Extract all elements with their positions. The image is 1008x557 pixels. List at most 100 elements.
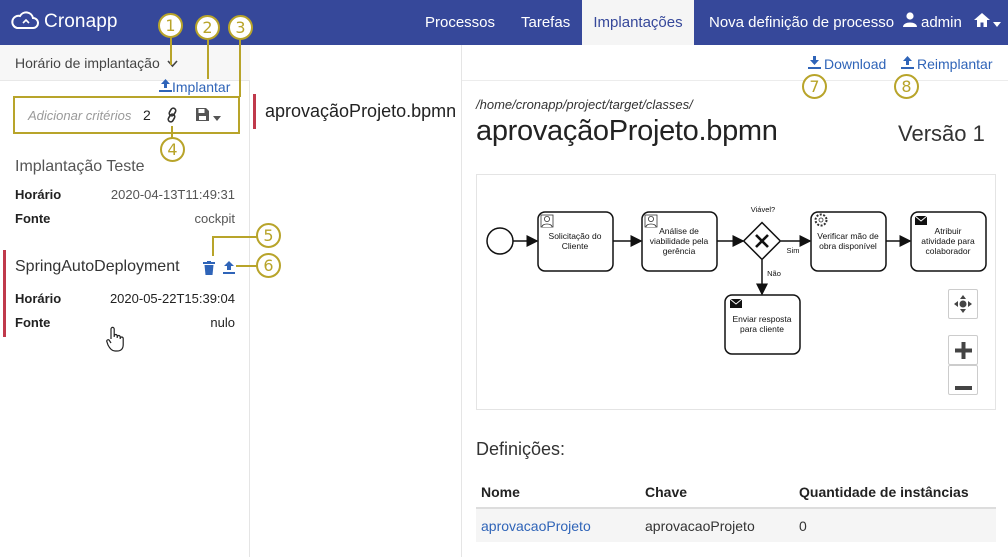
task-label-atribuir: Atribuir <box>935 226 962 236</box>
deployment-source-key: Fonte <box>15 315 51 330</box>
download-button[interactable]: Download <box>808 56 886 72</box>
hand-cursor-icon <box>106 326 124 357</box>
deployment-source: cockpit <box>194 211 235 226</box>
table-row: aprovacaoProjeto aprovacaoProjeto 0 <box>476 507 996 542</box>
sort-label: Horário de implantação <box>15 55 160 71</box>
download-label: Download <box>824 56 887 72</box>
zoom-out-button[interactable] <box>948 365 978 395</box>
deployment-time: 2020-04-13T11:49:31 <box>110 187 235 202</box>
definitions-title: Definições: <box>476 439 566 459</box>
callout-7: 7 <box>802 74 827 99</box>
callout-6: 6 <box>256 253 281 278</box>
deployment-source-key: Fonte <box>15 211 51 226</box>
deploy-button[interactable]: Implantar <box>159 79 230 95</box>
resources-panel: aprovaçãoProjeto.bpmn <box>250 45 462 557</box>
task-label-solicitacao: Cliente <box>562 241 589 251</box>
redeploy-button[interactable]: Reimplantar <box>901 56 992 72</box>
task-label-verificar: Verificar mão de <box>817 231 879 241</box>
bpmn-canvas: Solicitação doCliente Análise deviabilida… <box>486 205 987 355</box>
brand-logo[interactable]: Cronapp <box>10 9 118 35</box>
trash-icon[interactable] <box>203 261 215 280</box>
version-label: Versão 1 <box>898 121 985 146</box>
task-label-verificar: obra disponível <box>819 241 877 251</box>
flow-label-yes: Sim <box>787 246 800 255</box>
resource-item[interactable]: aprovaçãoProjeto.bpmn <box>265 101 456 122</box>
callout-leader-line <box>212 236 257 238</box>
nav-implantacoes[interactable]: Implantações <box>582 0 694 45</box>
sort-row: Horário de implantação <box>0 45 250 81</box>
envelope-task-icon <box>729 298 743 308</box>
callout-3: 3 <box>228 15 253 40</box>
gear-task-icon <box>814 213 828 227</box>
deployment-title: SpringAutoDeployment <box>15 258 180 275</box>
caret-down-icon <box>993 0 1001 45</box>
user-menu[interactable]: admin <box>903 0 962 45</box>
deployment-item-selected[interactable]: SpringAutoDeployment Horário 2020-05-22T… <box>0 250 250 337</box>
definitions-table: Nome Chave Quantidade de instâncias apro… <box>476 476 996 542</box>
user-task-icon <box>644 214 658 228</box>
task-label-solicitacao: Solicitação do <box>549 231 602 241</box>
fit-view-button[interactable] <box>948 289 978 319</box>
user-name: admin <box>921 14 962 31</box>
home-icon <box>974 0 990 45</box>
deployment-title: Implantação Teste <box>15 158 145 175</box>
column-header[interactable]: Nome <box>476 476 640 509</box>
flow-label-no: Não <box>767 269 781 278</box>
callout-1: 1 <box>158 13 183 38</box>
download-icon <box>808 56 821 72</box>
bpmn-diagram[interactable]: Solicitação do Cliente Análise de viabilida… <box>476 174 996 410</box>
plus-icon <box>955 342 972 364</box>
nav-processos[interactable]: Processos <box>425 0 495 45</box>
deployment-time: 2020-05-22T15:39:04 <box>109 291 235 306</box>
task-label-atribuir: colaborador <box>926 246 971 256</box>
user-task-icon <box>540 214 554 228</box>
selection-indicator <box>253 94 256 129</box>
callout-2: 2 <box>195 15 220 40</box>
task-label-atribuir: atividade para <box>921 236 975 246</box>
home-menu[interactable] <box>974 0 1001 45</box>
criteria-highlight-box <box>13 96 240 134</box>
callout-leader-line <box>236 265 257 267</box>
resource-path: /home/cronapp/project/target/classes/ <box>476 97 693 112</box>
top-navbar: Cronapp Processos Tarefas Implantações N… <box>0 0 1008 45</box>
deployment-item[interactable]: Implantação Teste Horário 2020-04-13T11:… <box>0 155 250 235</box>
task-label-analise: Análise de <box>659 226 699 236</box>
task-label-analise: gerência <box>663 246 696 256</box>
redeploy-label: Reimplantar <box>917 56 993 72</box>
callout-8: 8 <box>894 74 919 99</box>
deployment-source: nulo <box>210 315 235 330</box>
envelope-task-icon <box>914 215 928 225</box>
task-label-analise: viabilidade pela <box>650 236 709 246</box>
callout-4: 4 <box>160 137 185 162</box>
deployment-time-key: Horário <box>15 187 62 202</box>
definition-key: aprovacaoProjeto <box>640 507 794 542</box>
upload-icon <box>159 79 172 95</box>
sort-dropdown[interactable]: Horário de implantação <box>15 55 178 71</box>
resource-detail: Download Reimplantar /home/cronapp/proje… <box>462 45 1008 557</box>
gateway-viavel[interactable] <box>742 221 782 261</box>
instance-count: 0 <box>794 507 996 542</box>
cloud-logo-icon <box>10 9 40 36</box>
callout-leader-line <box>212 236 214 256</box>
nav-tarefas[interactable]: Tarefas <box>521 0 570 45</box>
task-label-enviar: Enviar resposta <box>732 314 791 324</box>
brand-name: Cronapp <box>44 11 118 32</box>
column-header[interactable]: Chave <box>640 476 794 509</box>
definition-name-link[interactable]: aprovacaoProjeto <box>476 507 640 542</box>
upload-icon <box>901 56 914 72</box>
callout-leader-line <box>239 40 241 97</box>
column-header[interactable]: Quantidade de instâncias <box>794 476 996 509</box>
deployment-time-key: Horário <box>15 291 62 306</box>
task-label-enviar: para cliente <box>740 324 784 334</box>
minus-icon <box>955 378 972 396</box>
zoom-in-button[interactable] <box>948 335 978 365</box>
start-event[interactable] <box>486 227 514 255</box>
nav-nova-definicao[interactable]: Nova definição de processo <box>709 0 894 45</box>
table-header-row: Nome Chave Quantidade de instâncias <box>476 476 996 509</box>
gateway-label: Viável? <box>751 205 775 214</box>
chevron-down-icon <box>167 55 178 71</box>
resource-title: aprovaçãoProjeto.bpmn <box>476 115 778 147</box>
redeploy-upload-icon[interactable] <box>223 261 235 279</box>
deploy-label: Implantar <box>172 79 231 95</box>
callout-leader-line <box>207 40 209 79</box>
